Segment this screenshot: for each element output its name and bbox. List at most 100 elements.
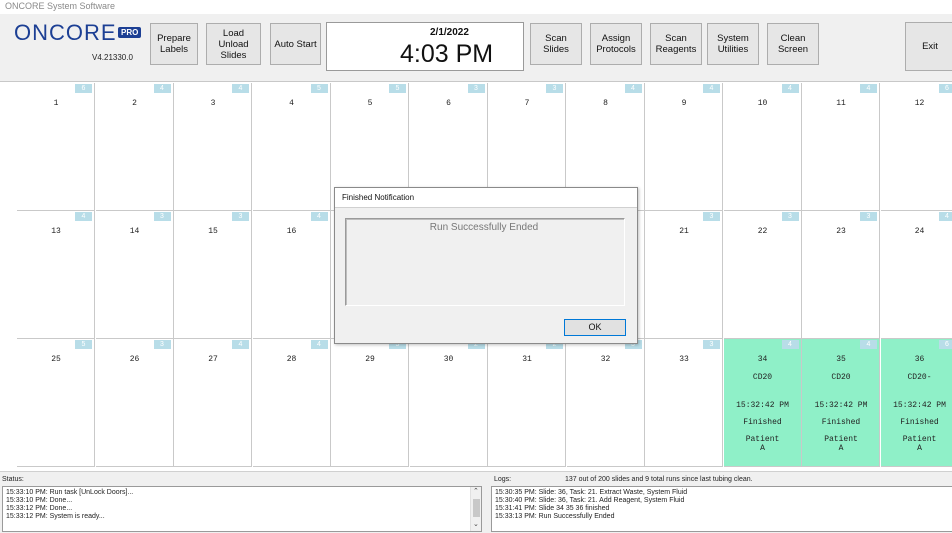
slide-cell[interactable]: 4 13 bbox=[17, 211, 95, 339]
dialog-title: Finished Notification bbox=[335, 188, 637, 208]
scan-reagents-button[interactable]: Scan Reagents bbox=[650, 23, 702, 65]
slide-number: 26 bbox=[129, 355, 140, 364]
slide-cell[interactable]: 4 11 bbox=[802, 83, 880, 211]
slide-badge: 4 bbox=[232, 340, 249, 349]
slide-number: 29 bbox=[365, 355, 375, 364]
log-line: 15:31:41 PM: Slide 34 35 36 finished bbox=[495, 505, 610, 512]
slide-cell[interactable]: 5 29 bbox=[331, 339, 409, 467]
slide-number: 31 bbox=[522, 355, 532, 364]
slide-number: 4 bbox=[289, 99, 294, 108]
slide-number: 33 bbox=[679, 355, 689, 364]
ok-button[interactable]: OK bbox=[564, 319, 626, 336]
slide-badge: 6 bbox=[75, 84, 92, 93]
slide-number: 11 bbox=[836, 99, 846, 108]
slide-badge: 3 bbox=[860, 212, 877, 221]
slide-marker: CD20 bbox=[831, 373, 851, 382]
log-line: 15:30:40 PM: Slide: 36, Task: 21. Add Re… bbox=[495, 497, 685, 504]
status-line: 15:33:12 PM: System is ready... bbox=[6, 513, 105, 520]
slide-number: 24 bbox=[914, 227, 925, 236]
slide-marker: CD20 bbox=[752, 373, 773, 382]
slide-cell[interactable]: 4 34 CD20 15:32:42 PM Finished Patient A bbox=[723, 339, 802, 467]
status-line: 15:33:10 PM: Done... bbox=[6, 497, 73, 504]
slide-badge: 4 bbox=[860, 340, 877, 349]
system-utilities-button[interactable]: System Utilities bbox=[707, 23, 759, 65]
slide-badge: 3 bbox=[781, 212, 799, 221]
slide-badge: 4 bbox=[938, 212, 952, 221]
slide-number: 30 bbox=[443, 355, 454, 364]
log-line: 15:33:13 PM: Run Successfully Ended bbox=[495, 513, 615, 520]
slide-number: 32 bbox=[600, 355, 611, 364]
slide-cell[interactable]: 4 28 bbox=[252, 339, 331, 467]
scroll-up-icon[interactable]: ⌃ bbox=[473, 488, 479, 496]
slide-marker: CD20- bbox=[907, 373, 932, 382]
slide-cell[interactable]: 3 15 bbox=[174, 211, 252, 339]
slide-number: 1 bbox=[53, 99, 59, 108]
slide-number: 22 bbox=[757, 227, 768, 236]
app-window: ONCORE System Software ONCORE PRO V4.213… bbox=[0, 0, 952, 533]
slide-badge: 5 bbox=[75, 340, 92, 349]
slide-cell[interactable]: 6 36 CD20- 15:32:42 PM Finished Patient A bbox=[880, 339, 952, 467]
logo-pro-badge: PRO bbox=[118, 27, 142, 38]
slide-cell[interactable]: 3 26 bbox=[95, 339, 174, 467]
slide-cell[interactable]: 3 22 bbox=[723, 211, 802, 339]
slide-cell[interactable]: 2 31 bbox=[488, 339, 566, 467]
slide-cell[interactable]: 3 14 bbox=[95, 211, 174, 339]
slide-number: 7 bbox=[524, 99, 530, 108]
slide-badge: 4 bbox=[781, 84, 799, 93]
slide-number: 21 bbox=[679, 227, 689, 236]
slide-number: 34 bbox=[757, 355, 768, 364]
version-label: V4.21330.0 bbox=[92, 53, 133, 62]
slide-cell[interactable]: 4 10 bbox=[723, 83, 802, 211]
slide-cell[interactable]: 3 23 bbox=[802, 211, 880, 339]
slide-badge: 3 bbox=[703, 212, 720, 221]
time-label: 4:03 PM bbox=[400, 40, 494, 68]
slide-badge: 3 bbox=[153, 340, 171, 349]
auto-start-button[interactable]: Auto Start bbox=[270, 23, 321, 65]
slide-cell[interactable]: 42 bbox=[95, 83, 174, 211]
slide-cell[interactable]: 61 bbox=[17, 83, 95, 211]
slide-cell[interactable]: 4 35 CD20 15:32:42 PM Finished Patient A bbox=[802, 339, 880, 467]
tubing-summary: 137 out of 200 slides and 9 total runs s… bbox=[565, 476, 753, 483]
prepare-labels-button[interactable]: Prepare Labels bbox=[150, 23, 198, 65]
slide-cell[interactable]: 3 33 bbox=[645, 339, 723, 467]
slide-number: 2 bbox=[132, 99, 137, 108]
slide-cell[interactable]: 49 bbox=[645, 83, 723, 211]
dialog-message-box: Run Successfully Ended bbox=[345, 218, 625, 306]
slide-cell[interactable]: 6 12 bbox=[880, 83, 952, 211]
slide-cell[interactable]: 4 24 bbox=[880, 211, 952, 339]
assign-protocols-button[interactable]: Assign Protocols bbox=[590, 23, 642, 65]
slide-number: 23 bbox=[836, 227, 846, 236]
slide-badge: 4 bbox=[153, 84, 171, 93]
oncore-logo: ONCORE PRO V4.21330.0 bbox=[14, 20, 142, 66]
slide-number: 10 bbox=[757, 99, 768, 108]
slide-number: 5 bbox=[367, 99, 373, 108]
load-unload-slides-button[interactable]: Load Unload Slides bbox=[206, 23, 261, 65]
logs-label: Logs: bbox=[494, 476, 512, 483]
slide-badge: 4 bbox=[781, 340, 799, 349]
slide-number: 6 bbox=[446, 99, 451, 108]
slide-cell[interactable]: 5 25 bbox=[17, 339, 95, 467]
slide-cell[interactable]: 3 32 bbox=[566, 339, 645, 467]
slide-cell[interactable]: 2 30 bbox=[409, 339, 488, 467]
slide-cell[interactable]: 4 27 bbox=[174, 339, 252, 467]
slide-badge: 3 bbox=[546, 84, 563, 93]
slide-cell[interactable]: 3 21 bbox=[645, 211, 723, 339]
clean-screen-button[interactable]: Clean Screen bbox=[767, 23, 819, 65]
slide-cell[interactable]: 54 bbox=[252, 83, 331, 211]
slide-number: 14 bbox=[129, 227, 140, 236]
status-scrollbar[interactable]: ⌃ ⌄ bbox=[470, 487, 481, 531]
scroll-thumb[interactable] bbox=[473, 499, 480, 517]
exit-button[interactable]: Exit bbox=[905, 22, 952, 71]
slide-badge: 3 bbox=[703, 340, 720, 349]
status-label: Status: bbox=[2, 476, 24, 483]
slide-time: 15:32:42 PM bbox=[736, 401, 789, 410]
scroll-down-icon[interactable]: ⌄ bbox=[473, 521, 479, 529]
slide-badge: 4 bbox=[624, 84, 642, 93]
finished-notification-dialog: Finished Notification Run Successfully E… bbox=[334, 187, 638, 344]
scan-slides-button[interactable]: Scan Slides bbox=[530, 23, 582, 65]
slide-number: 9 bbox=[681, 99, 687, 108]
slide-cell[interactable]: 4 16 bbox=[252, 211, 331, 339]
slide-number: 35 bbox=[836, 355, 846, 364]
slide-cell[interactable]: 43 bbox=[174, 83, 252, 211]
slide-number: 25 bbox=[51, 355, 61, 364]
